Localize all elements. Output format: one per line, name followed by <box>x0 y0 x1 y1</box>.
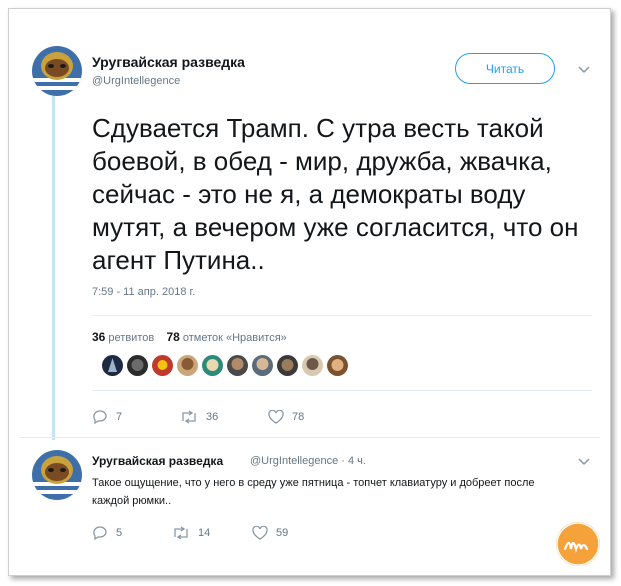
watermark-image <box>556 522 600 566</box>
like-action[interactable]: 59 <box>252 526 288 540</box>
liker-avatar[interactable] <box>177 355 198 376</box>
liker-avatar[interactable] <box>202 355 223 376</box>
tweet-actions: 7 36 78 <box>92 410 304 424</box>
liker-avatar[interactable] <box>152 355 173 376</box>
heart-icon <box>252 526 268 540</box>
liker-avatar[interactable] <box>327 355 348 376</box>
liker-avatar[interactable] <box>252 355 273 376</box>
retweet-action[interactable]: 14 <box>172 526 252 540</box>
retweet-count: 14 <box>198 527 211 539</box>
likes-label[interactable]: отметок «Нравится» <box>183 332 287 344</box>
retweet-action[interactable]: 36 <box>180 410 268 424</box>
chevron-down-icon[interactable] <box>578 66 590 74</box>
tweet-text: Сдувается Трамп. С утра весть такой боев… <box>92 113 579 275</box>
reply-text: Такое ощущение, что у него в среду уже п… <box>92 477 535 507</box>
divider <box>20 437 600 438</box>
divider <box>92 315 592 316</box>
reply-author-name[interactable]: Уругвайская разведка <box>92 454 223 468</box>
author-handle[interactable]: @UrgIntellegence <box>92 75 180 87</box>
retweet-icon <box>174 526 188 540</box>
reply-count: 7 <box>116 411 123 423</box>
reply-count: 5 <box>116 527 123 539</box>
follow-button[interactable]: Читать <box>455 53 555 84</box>
like-count: 59 <box>276 527 289 539</box>
reply-author-avatar[interactable] <box>32 450 82 500</box>
tweet-timestamp[interactable]: 7:59 - 11 апр. 2018 г. <box>92 286 195 298</box>
likes-count[interactable]: 78 <box>166 330 179 344</box>
reply-actions: 5 14 59 <box>92 526 288 540</box>
reply-action[interactable]: 7 <box>92 410 180 424</box>
like-action[interactable]: 78 <box>268 410 304 424</box>
heart-icon <box>268 410 284 424</box>
liker-avatar[interactable] <box>102 355 123 376</box>
engagement-stats: 36 ретвитов 78 отметок «Нравится» <box>92 330 287 344</box>
chevron-down-icon[interactable] <box>578 458 590 466</box>
retweet-count: 36 <box>206 411 219 423</box>
retweets-count[interactable]: 36 <box>92 330 105 344</box>
like-count: 78 <box>292 411 305 423</box>
divider <box>92 390 592 391</box>
watermark-logo <box>556 522 600 566</box>
avatar-image <box>32 46 82 96</box>
author-avatar[interactable] <box>32 46 82 96</box>
reply-author-meta[interactable]: @UrgIntellegence · 4 ч. <box>250 455 366 467</box>
author-name[interactable]: Уругвайская разведка <box>92 54 245 70</box>
liker-avatar[interactable] <box>227 355 248 376</box>
retweet-icon <box>182 410 196 424</box>
reply-icon <box>93 410 107 424</box>
liker-avatar[interactable] <box>277 355 298 376</box>
avatar-image <box>32 450 82 500</box>
liker-avatar[interactable] <box>302 355 323 376</box>
liker-avatars <box>102 355 348 376</box>
reply-icon <box>93 526 107 540</box>
thread-line <box>52 90 55 440</box>
retweets-label[interactable]: ретвитов <box>108 332 154 344</box>
reply-action[interactable]: 5 <box>92 526 172 540</box>
liker-avatar[interactable] <box>127 355 148 376</box>
